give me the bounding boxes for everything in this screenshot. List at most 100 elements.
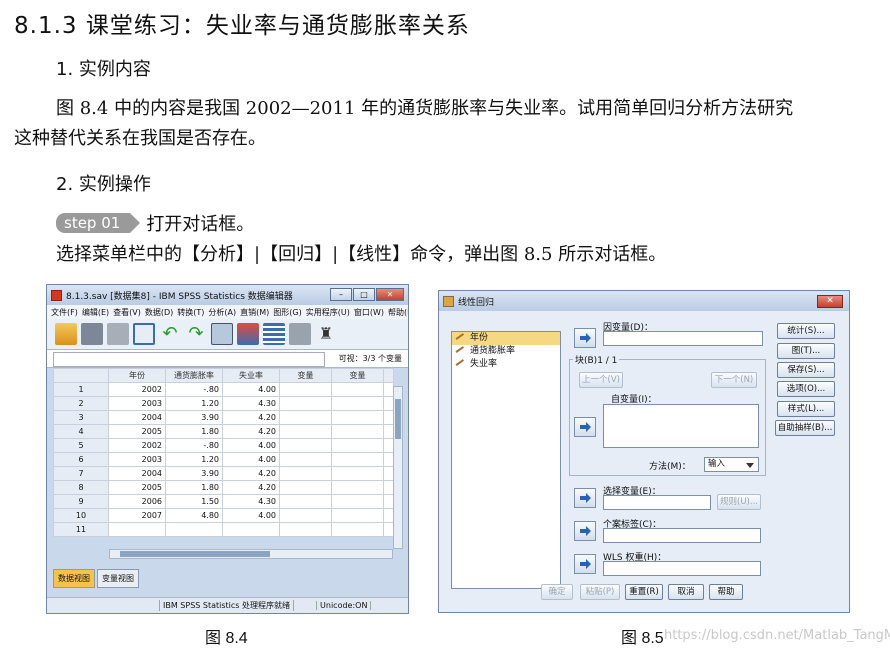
rule-button[interactable]: 规则(U)...: [717, 494, 761, 510]
table-cell[interactable]: 4.20: [222, 410, 280, 425]
empty-cell[interactable]: [331, 522, 384, 537]
variables-icon[interactable]: [263, 323, 285, 345]
table-cell[interactable]: 3.90: [165, 410, 223, 425]
row-number[interactable]: 11: [53, 522, 109, 537]
table-cell[interactable]: -.80: [165, 382, 223, 397]
move-to-case-label-button[interactable]: [574, 521, 596, 541]
undo-icon[interactable]: ↶: [159, 323, 181, 345]
menu-direct[interactable]: 直销(M): [240, 307, 269, 318]
table-cell[interactable]: 2002: [108, 382, 166, 397]
variable-list[interactable]: 年份 通货膨胀率 失业率: [451, 331, 561, 589]
vertical-scrollbar[interactable]: [393, 386, 403, 549]
table-cell[interactable]: 2006: [108, 494, 166, 509]
empty-cell[interactable]: [279, 480, 332, 495]
scroll-thumb[interactable]: [395, 399, 401, 439]
variable-item[interactable]: 失业率: [452, 358, 560, 371]
table-cell[interactable]: 2004: [108, 410, 166, 425]
scroll-thumb[interactable]: [120, 551, 270, 557]
row-number[interactable]: 1: [53, 382, 109, 397]
table-row[interactable]: 11: [53, 522, 394, 537]
empty-cell[interactable]: [331, 466, 384, 481]
column-header[interactable]: 变量: [279, 368, 332, 383]
options-button[interactable]: 选项(O)...: [777, 381, 835, 397]
menu-graphs[interactable]: 图形(G): [273, 307, 301, 318]
column-header[interactable]: 年份: [108, 368, 166, 383]
empty-cell[interactable]: [279, 494, 332, 509]
bootstrap-button[interactable]: 自助抽样(B)...: [775, 420, 835, 436]
table-cell[interactable]: 4.00: [222, 508, 280, 523]
help-button[interactable]: 帮助: [709, 584, 743, 600]
table-cell[interactable]: 4.00: [222, 438, 280, 453]
table-cell[interactable]: 2003: [108, 452, 166, 467]
empty-cell[interactable]: [331, 438, 384, 453]
redo-icon[interactable]: ↷: [185, 323, 207, 345]
column-header[interactable]: 通货膨胀率: [165, 368, 223, 383]
empty-cell[interactable]: [279, 410, 332, 425]
empty-cell[interactable]: [279, 508, 332, 523]
move-to-dependent-button[interactable]: [574, 328, 596, 348]
table-cell[interactable]: 1.80: [165, 480, 223, 495]
table-cell[interactable]: 4.00: [222, 452, 280, 467]
column-header[interactable]: 失业率: [222, 368, 280, 383]
table-cell[interactable]: 4.30: [222, 396, 280, 411]
cell-reference-field[interactable]: [53, 352, 325, 367]
empty-cell[interactable]: [279, 424, 332, 439]
table-row[interactable]: 1 2002 -.80 4.00: [53, 382, 394, 397]
statistics-button[interactable]: 统计(S)...: [777, 323, 835, 339]
table-cell[interactable]: 1.80: [165, 424, 223, 439]
table-row[interactable]: 10 2007 4.80 4.00: [53, 508, 394, 523]
menu-help[interactable]: 帮助(H): [388, 307, 408, 318]
table-cell[interactable]: 2003: [108, 396, 166, 411]
wls-weight-field[interactable]: [603, 561, 761, 576]
move-to-selection-button[interactable]: [574, 488, 596, 508]
variable-item[interactable]: 通货膨胀率: [452, 345, 560, 358]
cancel-button[interactable]: 取消: [668, 584, 704, 600]
table-row[interactable]: 8 2005 1.80 4.20: [53, 480, 394, 495]
table-cell[interactable]: 4.30: [222, 494, 280, 509]
previous-block-button[interactable]: 上一个(V): [579, 372, 623, 388]
table-row[interactable]: 7 2004 3.90 4.20: [53, 466, 394, 481]
method-select[interactable]: 输入: [704, 457, 759, 472]
table-row[interactable]: 6 2003 1.20 4.00: [53, 452, 394, 467]
empty-cell[interactable]: [279, 396, 332, 411]
minimize-button[interactable]: –: [330, 288, 352, 301]
reset-button[interactable]: 重置(R): [625, 584, 663, 600]
tab-data-view[interactable]: 数据视图: [53, 569, 95, 588]
table-row[interactable]: 4 2005 1.80 4.20: [53, 424, 394, 439]
menu-file[interactable]: 文件(F): [51, 307, 78, 318]
dependent-field[interactable]: [603, 331, 763, 346]
table-cell[interactable]: 4.00: [222, 382, 280, 397]
save-icon[interactable]: [81, 323, 103, 345]
empty-cell[interactable]: [331, 452, 384, 467]
plots-button[interactable]: 图(T)...: [777, 343, 835, 359]
menu-transform[interactable]: 转换(T): [177, 307, 204, 318]
goto-case-icon[interactable]: [211, 323, 233, 345]
table-cell[interactable]: 3.90: [165, 466, 223, 481]
empty-cell[interactable]: [279, 466, 332, 481]
row-number[interactable]: 2: [53, 396, 109, 411]
row-number[interactable]: 10: [53, 508, 109, 523]
empty-cell[interactable]: [331, 396, 384, 411]
row-number[interactable]: 6: [53, 452, 109, 467]
row-number[interactable]: 4: [53, 424, 109, 439]
table-cell[interactable]: -.80: [165, 438, 223, 453]
maximize-button[interactable]: □: [353, 288, 375, 301]
empty-cell[interactable]: [331, 424, 384, 439]
table-cell[interactable]: 2004: [108, 466, 166, 481]
next-block-button[interactable]: 下一个(N): [711, 372, 757, 388]
row-number[interactable]: 3: [53, 410, 109, 425]
close-button[interactable]: ✕: [817, 295, 843, 308]
menu-utilities[interactable]: 实用程序(U): [306, 307, 350, 318]
table-cell[interactable]: 2007: [108, 508, 166, 523]
empty-cell[interactable]: [279, 438, 332, 453]
empty-cell[interactable]: [331, 494, 384, 509]
paste-button[interactable]: 粘贴(P): [580, 584, 620, 600]
move-to-wls-button[interactable]: [574, 554, 596, 574]
menu-edit[interactable]: 编辑(E): [82, 307, 109, 318]
menu-view[interactable]: 查看(V): [113, 307, 141, 318]
save-button[interactable]: 保存(S)...: [777, 362, 835, 378]
table-cell[interactable]: 2005: [108, 480, 166, 495]
independent-list[interactable]: [603, 404, 759, 448]
tab-variable-view[interactable]: 变量视图: [97, 569, 139, 588]
column-header[interactable]: 变量: [331, 368, 384, 383]
